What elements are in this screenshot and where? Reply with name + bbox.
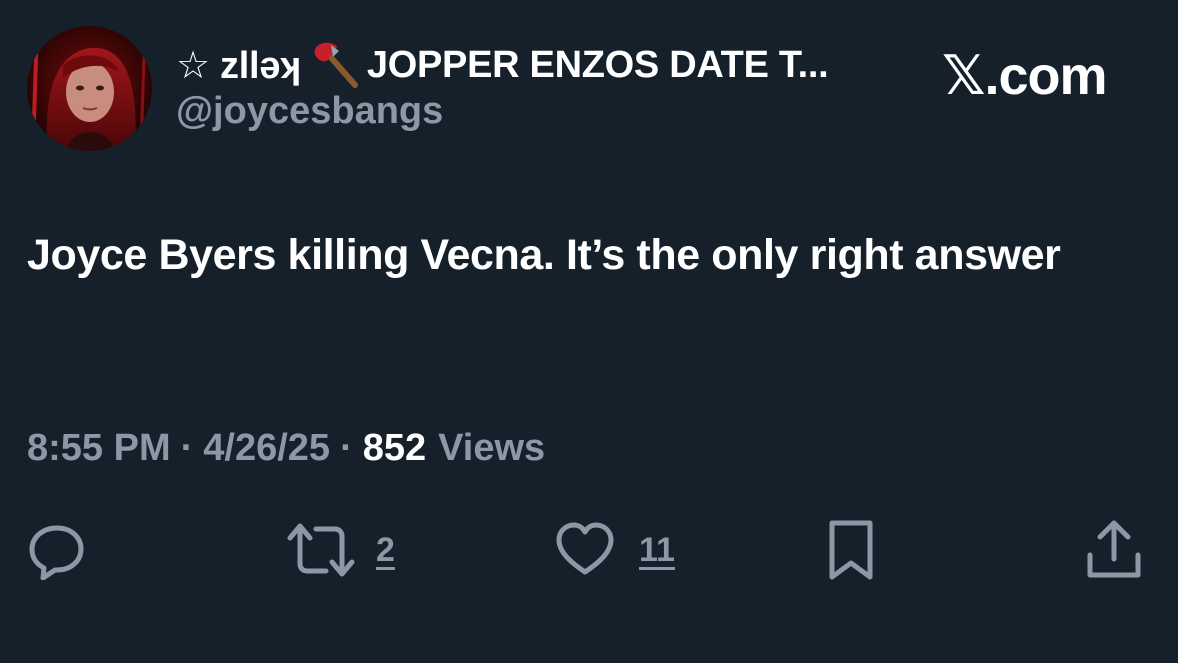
bookmark-button[interactable]	[826, 515, 876, 585]
avatar-image	[27, 26, 152, 151]
retweet-icon	[287, 523, 355, 577]
tweet-date[interactable]: 4/26/25	[203, 427, 330, 470]
display-name-prefix: ☆ zllǝʞ	[176, 44, 301, 87]
display-name-suffix: JOPPER ENZOS DATE T...	[366, 43, 829, 86]
author-handle[interactable]: @joycesbangs	[176, 90, 443, 133]
tweet-text: Joyce Byers killing Vecna. It’s the only…	[27, 231, 1061, 279]
meta-separator: ·	[340, 427, 353, 469]
heart-icon	[556, 522, 614, 575]
action-bar: 2 11	[0, 515, 1178, 585]
like-button[interactable]: 11	[555, 515, 675, 585]
share-icon	[1087, 520, 1141, 578]
views-label: Views	[438, 427, 546, 469]
like-count[interactable]: 11	[639, 531, 675, 570]
reply-icon	[29, 525, 84, 580]
retweet-button[interactable]: 2	[286, 515, 395, 585]
axe-icon	[309, 39, 361, 91]
retweet-count[interactable]: 2	[376, 531, 395, 570]
bookmark-icon	[829, 520, 873, 580]
avatar[interactable]	[27, 26, 152, 151]
tweet-time[interactable]: 8:55 PM	[27, 427, 171, 470]
x-logo: 𝕏.com	[942, 46, 1108, 106]
author-display-name[interactable]: ☆ zllǝʞ JOPPER ENZOS DATE T...	[176, 38, 829, 92]
tweet-meta: 8:55 PM · 4/26/25 · 852 Views	[27, 427, 545, 470]
share-button[interactable]	[1086, 515, 1142, 585]
tweet-card: ☆ zllǝʞ JOPPER ENZOS DATE T... @joycesba…	[0, 0, 1178, 663]
meta-separator: ·	[180, 427, 194, 469]
views-count: 852	[362, 427, 427, 469]
reply-button[interactable]	[27, 515, 87, 585]
